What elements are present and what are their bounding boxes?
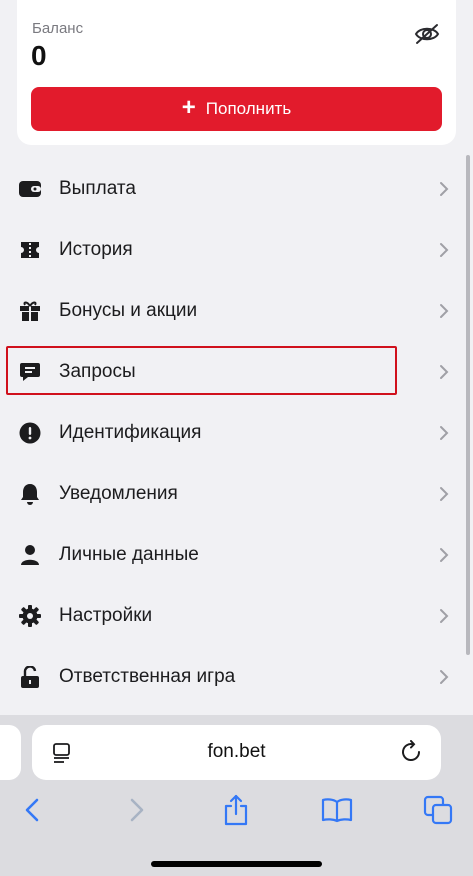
- balance-value: 0: [31, 40, 47, 71]
- url-text[interactable]: fon.bet: [32, 741, 441, 763]
- share-button[interactable]: [219, 793, 253, 827]
- topup-button[interactable]: + Пополнить: [31, 87, 442, 131]
- chevron-right-icon: [439, 242, 449, 258]
- ticket-icon: [19, 239, 41, 261]
- wallet-icon: [19, 178, 41, 200]
- chevron-right-icon: [439, 608, 449, 624]
- tabs-button[interactable]: [421, 793, 455, 827]
- menu-item-identification[interactable]: Идентификация: [0, 402, 473, 463]
- menu-item-label: История: [59, 238, 133, 260]
- menu-item-label: Запросы: [59, 360, 136, 382]
- menu-item-requests[interactable]: Запросы: [0, 341, 473, 402]
- menu-item-label: Идентификация: [59, 421, 202, 443]
- menu-item-personal-data[interactable]: Личные данные: [0, 524, 473, 585]
- back-button[interactable]: [16, 793, 50, 827]
- address-bar[interactable]: fon.bet: [32, 725, 441, 780]
- chevron-right-icon: [439, 669, 449, 685]
- chevron-right-icon: [439, 303, 449, 319]
- person-icon: [19, 544, 41, 566]
- menu-item-label: Выплата: [59, 177, 136, 199]
- menu-item-label: Личные данные: [59, 543, 199, 565]
- plus-icon: +: [181, 94, 196, 121]
- menu-item-responsible-gaming[interactable]: Ответственная игра: [0, 646, 473, 707]
- menu-item-notifications[interactable]: Уведомления: [0, 463, 473, 524]
- chevron-right-icon: [439, 547, 449, 563]
- forward-button[interactable]: [119, 793, 153, 827]
- book-icon: [321, 798, 353, 823]
- chevron-left-icon: [25, 798, 39, 822]
- reload-icon[interactable]: [399, 740, 423, 764]
- menu-item-bonuses[interactable]: Бонусы и акции: [0, 280, 473, 341]
- previous-tab-preview[interactable]: [0, 725, 21, 780]
- chevron-right-icon: [439, 425, 449, 441]
- exclamation-circle-icon: [19, 422, 41, 444]
- menu-item-label: Бонусы и акции: [59, 299, 198, 321]
- unlock-icon: [19, 665, 41, 688]
- chevron-right-icon: [439, 486, 449, 502]
- menu-item-label: Ответственная игра: [59, 665, 236, 687]
- chevron-right-icon: [130, 798, 144, 822]
- share-icon: [224, 794, 248, 826]
- balance-label: Баланс: [32, 20, 84, 37]
- balance-card: Баланс 0 + Пополнить: [17, 0, 456, 145]
- chevron-right-icon: [439, 364, 449, 380]
- account-menu: Выплата История Бонусы и акции Запросы И…: [0, 158, 473, 707]
- eye-slash-icon[interactable]: [413, 20, 441, 48]
- gift-icon: [19, 300, 41, 322]
- tabs-icon: [423, 795, 453, 825]
- menu-item-settings[interactable]: Настройки: [0, 585, 473, 646]
- menu-item-payout[interactable]: Выплата: [0, 158, 473, 219]
- topup-button-label: Пополнить: [205, 99, 292, 118]
- bookmarks-button[interactable]: [320, 793, 354, 827]
- bell-icon: [19, 483, 41, 505]
- menu-item-history[interactable]: История: [0, 219, 473, 280]
- gear-icon: [19, 604, 41, 627]
- scrollbar[interactable]: [466, 155, 470, 655]
- home-indicator: [151, 861, 322, 867]
- chevron-right-icon: [439, 181, 449, 197]
- chat-icon: [19, 361, 41, 383]
- menu-item-label: Уведомления: [59, 482, 178, 504]
- menu-item-label: Настройки: [59, 604, 153, 626]
